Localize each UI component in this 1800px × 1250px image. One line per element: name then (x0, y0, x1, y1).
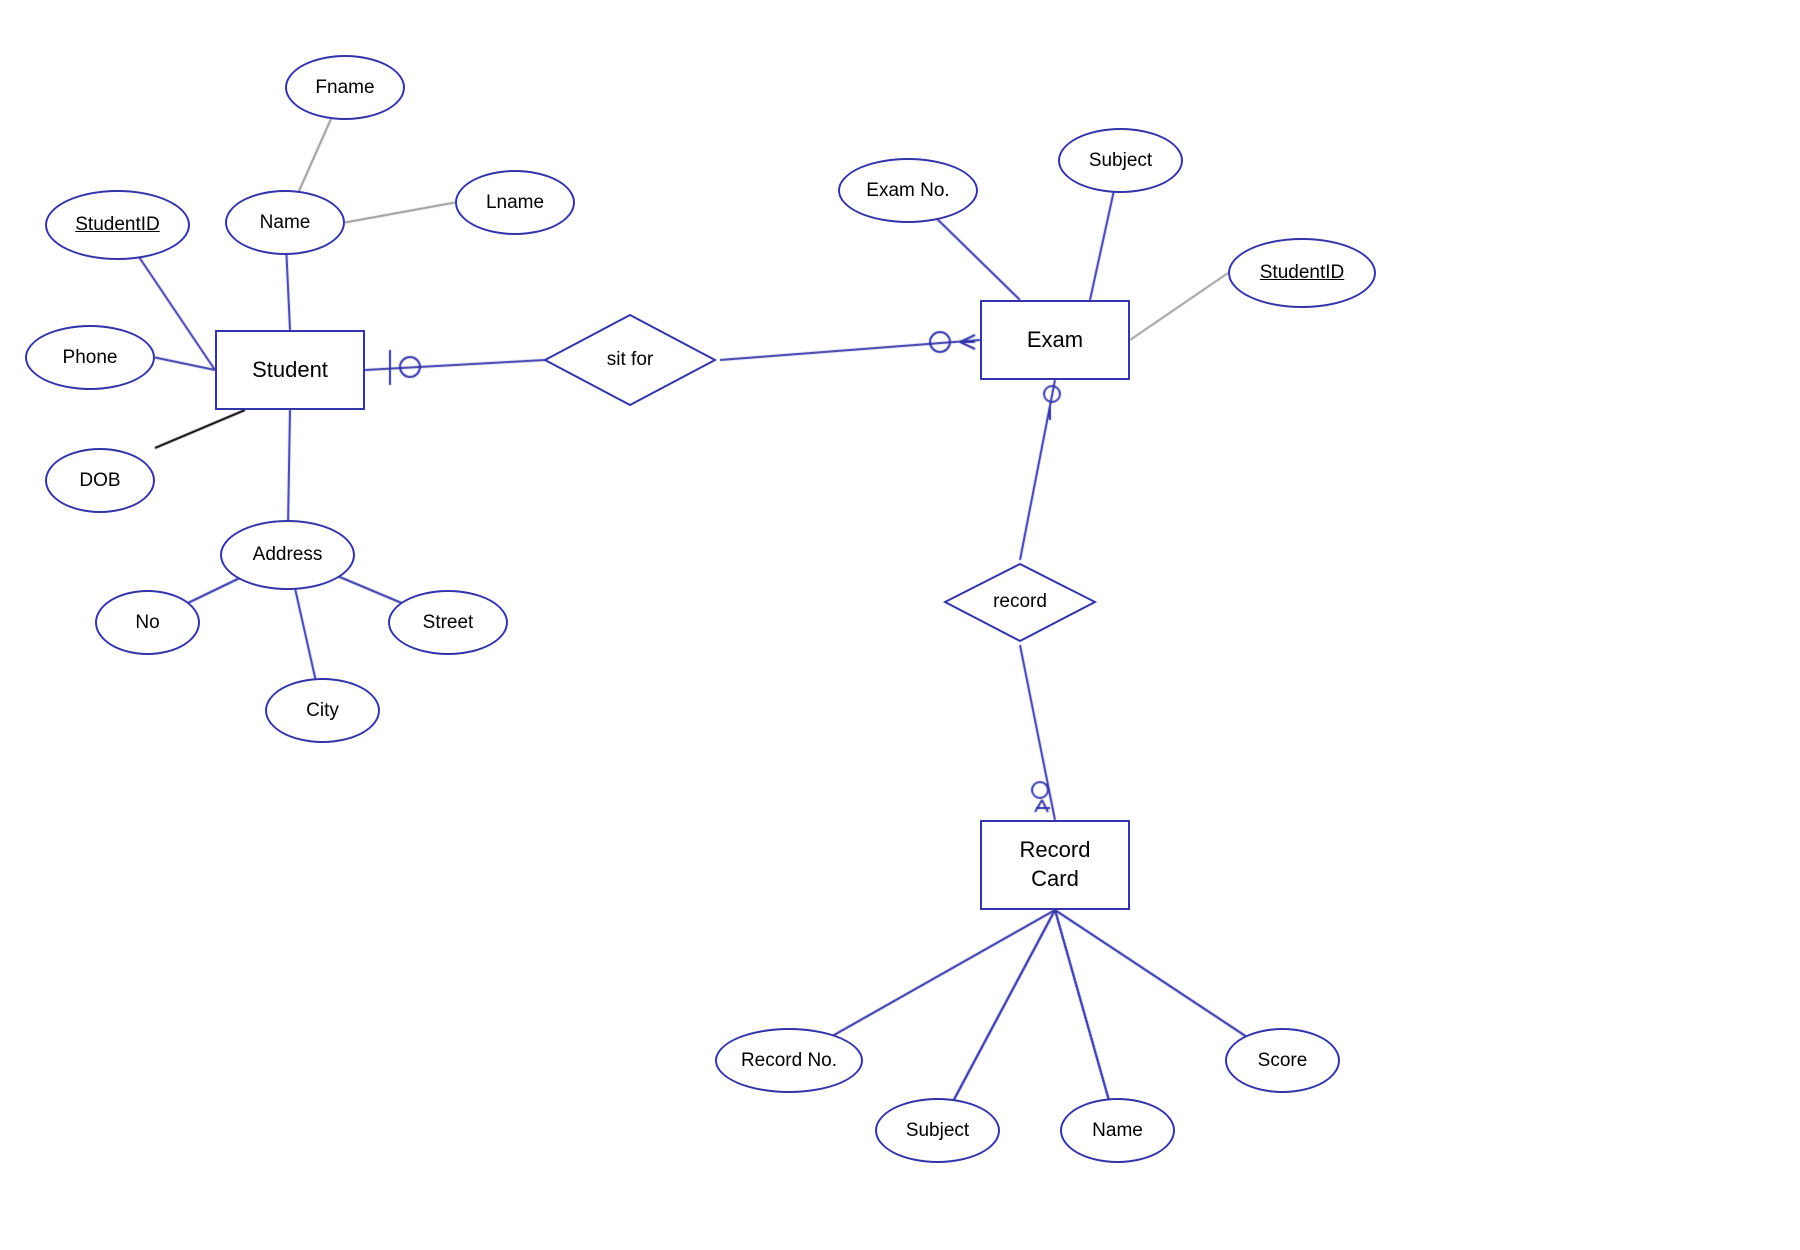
entity-recordcard: RecordCard (980, 820, 1130, 910)
entity-exam: Exam (980, 300, 1130, 380)
attr-recordno: Record No. (715, 1028, 863, 1093)
attr-fname: Fname (285, 55, 405, 120)
attr-subject1: Subject (1058, 128, 1183, 193)
attr-no: No (95, 590, 200, 655)
attr-score: Score (1225, 1028, 1340, 1093)
attr-lname: Lname (455, 170, 575, 235)
attr-name2: Name (1060, 1098, 1175, 1163)
relationship-sitfor: sit for (540, 310, 720, 410)
attr-phone: Phone (25, 325, 155, 390)
er-diagram: Student Exam RecordCard StudentID Name F… (0, 0, 1800, 1250)
svg-text:sit for: sit for (607, 349, 654, 370)
attr-studentid2: StudentID (1228, 238, 1376, 308)
attr-address: Address (220, 520, 355, 590)
attr-examno: Exam No. (838, 158, 978, 223)
attr-street: Street (388, 590, 508, 655)
relationship-record: record (940, 560, 1100, 645)
entity-student: Student (215, 330, 365, 410)
svg-text:record: record (993, 591, 1047, 612)
attr-dob: DOB (45, 448, 155, 513)
attr-studentid: StudentID (45, 190, 190, 260)
attr-city: City (265, 678, 380, 743)
attr-name: Name (225, 190, 345, 255)
attr-subject2: Subject (875, 1098, 1000, 1163)
